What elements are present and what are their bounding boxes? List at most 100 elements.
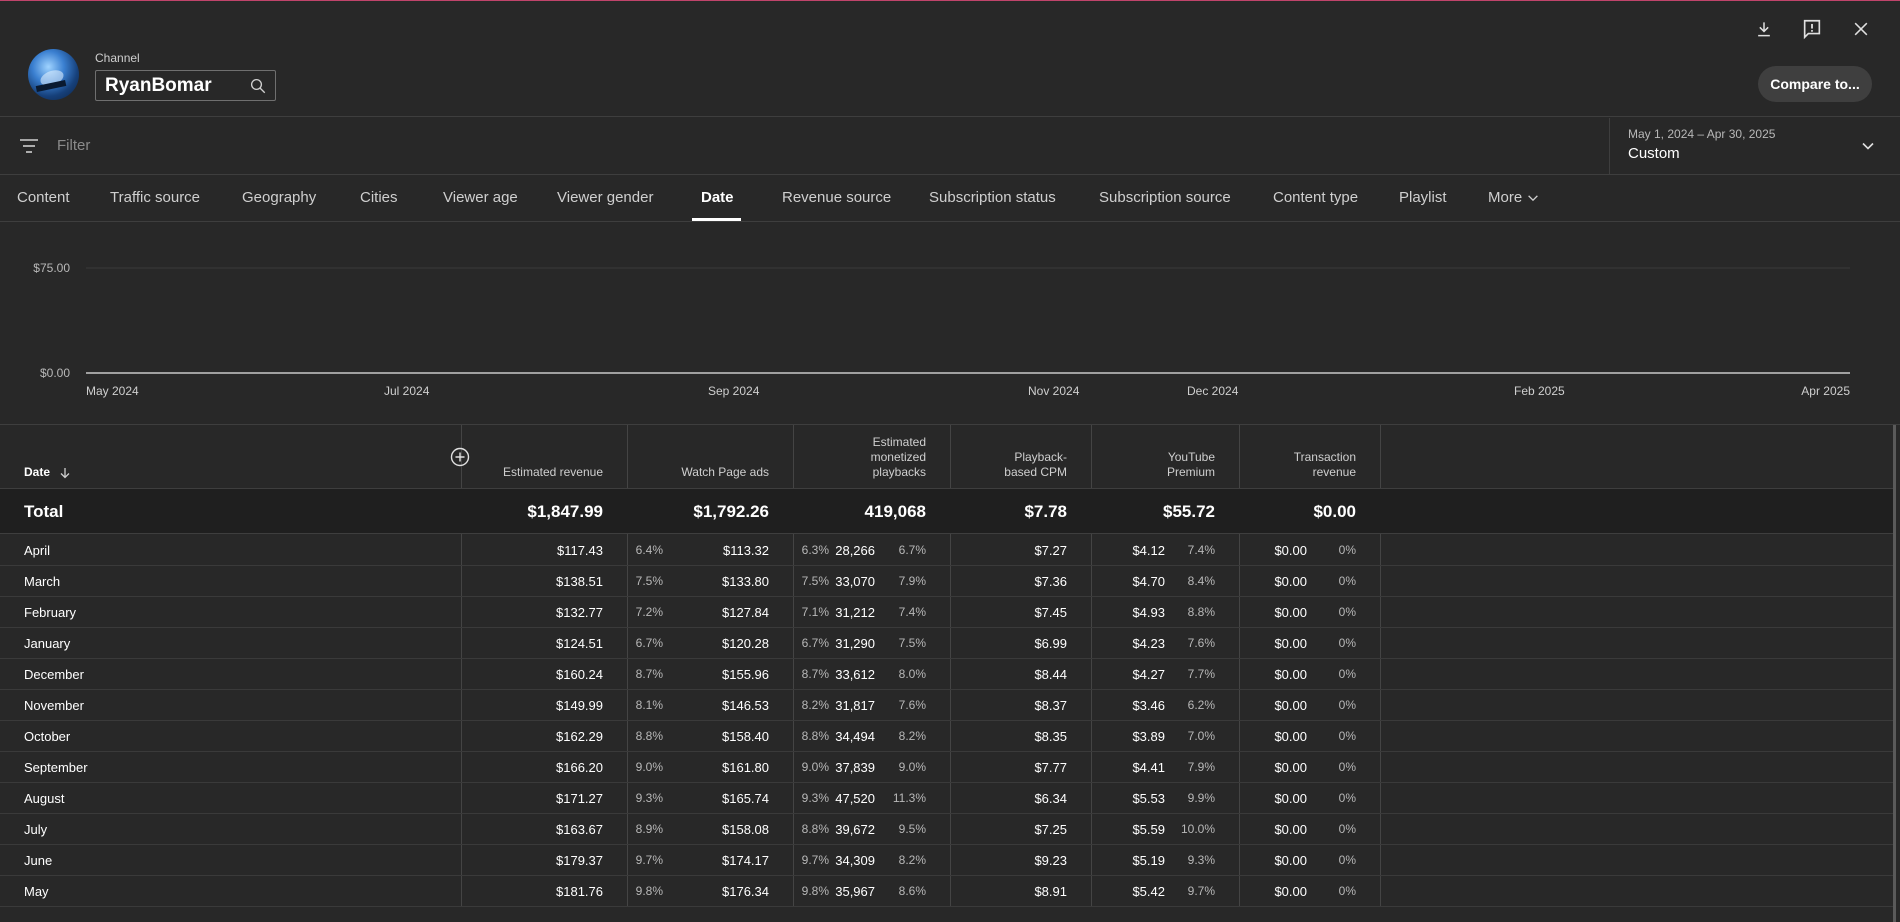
cell-premium: $3.46	[1132, 698, 1165, 713]
cell-premium-percent: 9.7%	[1187, 884, 1215, 898]
cell-watch-page-ads-percent: 6.3%	[801, 543, 829, 557]
cell-watch-page-ads: $165.74	[722, 791, 769, 806]
cell-transaction-percent: 0%	[1338, 884, 1356, 898]
tab-playlist[interactable]: Playlist	[1399, 189, 1447, 206]
tab-more[interactable]: More	[1488, 189, 1540, 206]
cell-transaction: $0.00	[1274, 760, 1307, 775]
cell-estimated-revenue: $138.51	[556, 574, 603, 589]
tab-date[interactable]: Date	[701, 189, 734, 206]
active-tab-indicator	[692, 218, 741, 221]
cell-watch-page-ads: $174.17	[722, 853, 769, 868]
header-estimated-monetized-playbacks[interactable]: Estimated monetized playbacks	[871, 435, 926, 480]
header-line: YouTube	[1167, 450, 1215, 464]
cell-transaction-percent: 0%	[1338, 605, 1356, 619]
cell-watch-page-ads: $158.40	[722, 729, 769, 744]
header-youtube-premium[interactable]: YouTube Premium	[1167, 450, 1215, 480]
compare-button[interactable]: Compare to...	[1758, 66, 1872, 102]
search-icon[interactable]	[249, 77, 267, 95]
tab-content[interactable]: Content	[17, 189, 70, 206]
cell-playbacks-percent: 11.3%	[892, 791, 926, 805]
tab-content-type[interactable]: Content type	[1273, 189, 1358, 206]
cell-playbacks: 39,672	[835, 822, 875, 837]
table-row[interactable]: December $160.24 8.7% $155.96 8.7% 33,612 8.0%…	[0, 659, 1893, 690]
close-icon[interactable]	[1849, 17, 1873, 41]
cell-premium-percent: 7.6%	[1187, 636, 1215, 650]
table-row[interactable]: June $179.37 9.7% $174.17 9.7% 34,309 8.2% $9.2…	[0, 845, 1893, 876]
cell-watch-page-ads-percent: 8.2%	[801, 698, 829, 712]
tab-cities[interactable]: Cities	[360, 189, 398, 206]
cell-playbacks: 33,612	[835, 667, 875, 682]
table-row[interactable]: November $149.99 8.1% $146.53 8.2% 31,817 7.6%…	[0, 690, 1893, 721]
cell-transaction-percent: 0%	[1338, 698, 1356, 712]
cell-playbacks: 31,212	[835, 605, 875, 620]
table-row[interactable]: March $138.51 7.5% $133.80 7.5% 33,070 7.9% $7.…	[0, 566, 1893, 597]
cell-estimated-revenue: $117.43	[556, 543, 603, 558]
table-row[interactable]: October $162.29 8.8% $158.40 8.8% 34,494 8.2% $…	[0, 721, 1893, 752]
tab-geography[interactable]: Geography	[242, 189, 316, 206]
cell-cpm: $7.45	[1034, 605, 1067, 620]
download-icon[interactable]	[1752, 17, 1776, 41]
dimension-tabs: Content Traffic source Geography Cities …	[0, 176, 1900, 222]
cell-watch-page-ads: $133.80	[722, 574, 769, 589]
cell-watch-page-ads: $120.28	[722, 636, 769, 651]
table-row[interactable]: July $163.67 8.9% $158.08 8.8% 39,672 9.5% $7.2…	[0, 814, 1893, 845]
cell-playbacks-percent: 8.6%	[898, 884, 926, 898]
table-row[interactable]: August $171.27 9.3% $165.74 9.3% 47,520 11.3% $…	[0, 783, 1893, 814]
header-date[interactable]: Date	[24, 465, 71, 480]
header-playback-cpm[interactable]: Playback- based CPM	[1004, 450, 1067, 480]
x-tick-label: Apr 2025	[1801, 384, 1850, 398]
tab-traffic-source[interactable]: Traffic source	[110, 189, 200, 206]
y-tick-label: $75.00	[33, 261, 70, 275]
cell-premium-percent: 7.0%	[1187, 729, 1215, 743]
tab-subscription-status[interactable]: Subscription status	[929, 189, 1056, 206]
header-watch-page-ads[interactable]: Watch Page ads	[681, 465, 769, 480]
cell-date: August	[24, 791, 65, 806]
table-row[interactable]: September $166.20 9.0% $161.80 9.0% 37,839 9.0…	[0, 752, 1893, 783]
cell-estimated-revenue-percent: 8.8%	[635, 729, 663, 743]
header-line: playbacks	[872, 465, 926, 479]
cell-premium-percent: 7.4%	[1187, 543, 1215, 557]
table-row[interactable]: January $124.51 6.7% $120.28 6.7% 31,290 7.5% $…	[0, 628, 1893, 659]
channel-avatar[interactable]	[28, 49, 79, 100]
table-scrollbar[interactable]	[1893, 425, 1896, 922]
filter-icon[interactable]	[19, 137, 39, 155]
add-column-icon[interactable]	[450, 447, 470, 467]
filter-input[interactable]: Filter	[57, 137, 90, 154]
tab-revenue-source[interactable]: Revenue source	[782, 189, 891, 206]
cell-premium-percent: 7.7%	[1187, 667, 1215, 681]
total-transaction: $0.00	[1313, 502, 1356, 521]
tab-viewer-gender[interactable]: Viewer gender	[557, 189, 653, 206]
date-range-text: May 1, 2024 – Apr 30, 2025	[1628, 127, 1776, 141]
header-estimated-revenue[interactable]: Estimated revenue	[503, 465, 603, 480]
cell-transaction: $0.00	[1274, 574, 1307, 589]
cell-playbacks: 47,520	[835, 791, 875, 806]
cell-transaction-percent: 0%	[1338, 853, 1356, 867]
tab-viewer-age[interactable]: Viewer age	[443, 189, 518, 206]
chart-canvas: $75.00 $0.00 May 2024 Jul 2024 Sep 2024 Nov 2…	[33, 261, 1850, 398]
tab-subscription-source[interactable]: Subscription source	[1099, 189, 1231, 206]
cell-transaction-percent: 0%	[1338, 760, 1356, 774]
header-transaction-revenue[interactable]: Transaction revenue	[1294, 450, 1356, 480]
cell-playbacks: 31,290	[835, 636, 875, 651]
header-line: Estimated	[872, 435, 926, 449]
cell-date: June	[24, 853, 53, 868]
cell-playbacks-percent: 7.4%	[898, 605, 926, 619]
channel-selector[interactable]: RyanBomar	[95, 70, 276, 101]
cell-estimated-revenue: $132.77	[556, 605, 603, 620]
total-row: Total $1,847.99 $1,792.26 419,068 $7.78 …	[0, 488, 1893, 534]
chevron-down-icon	[1862, 142, 1874, 150]
total-playbacks: 419,068	[864, 502, 926, 521]
header-date-label: Date	[24, 465, 51, 479]
table-row[interactable]: May $181.76 9.8% $176.34 9.8% 35,967 8.6% $8.91…	[0, 876, 1893, 907]
cell-transaction: $0.00	[1274, 543, 1307, 558]
cell-playbacks-percent: 8.0%	[898, 667, 926, 681]
cell-premium: $4.41	[1132, 760, 1165, 775]
cell-premium-percent: 9.9%	[1187, 791, 1215, 805]
table-row[interactable]: February $132.77 7.2% $127.84 7.1% 31,212 7.4%…	[0, 597, 1893, 628]
cell-estimated-revenue-percent: 9.7%	[635, 853, 663, 867]
table-row[interactable]: April $117.43 6.4% $113.32 6.3% 28,266 6.7% $7.…	[0, 535, 1893, 566]
header-line: Playback-	[1014, 450, 1067, 464]
date-range-picker[interactable]: May 1, 2024 – Apr 30, 2025 Custom	[1609, 118, 1900, 175]
cell-premium: $5.19	[1132, 853, 1165, 868]
feedback-icon[interactable]	[1800, 17, 1824, 41]
